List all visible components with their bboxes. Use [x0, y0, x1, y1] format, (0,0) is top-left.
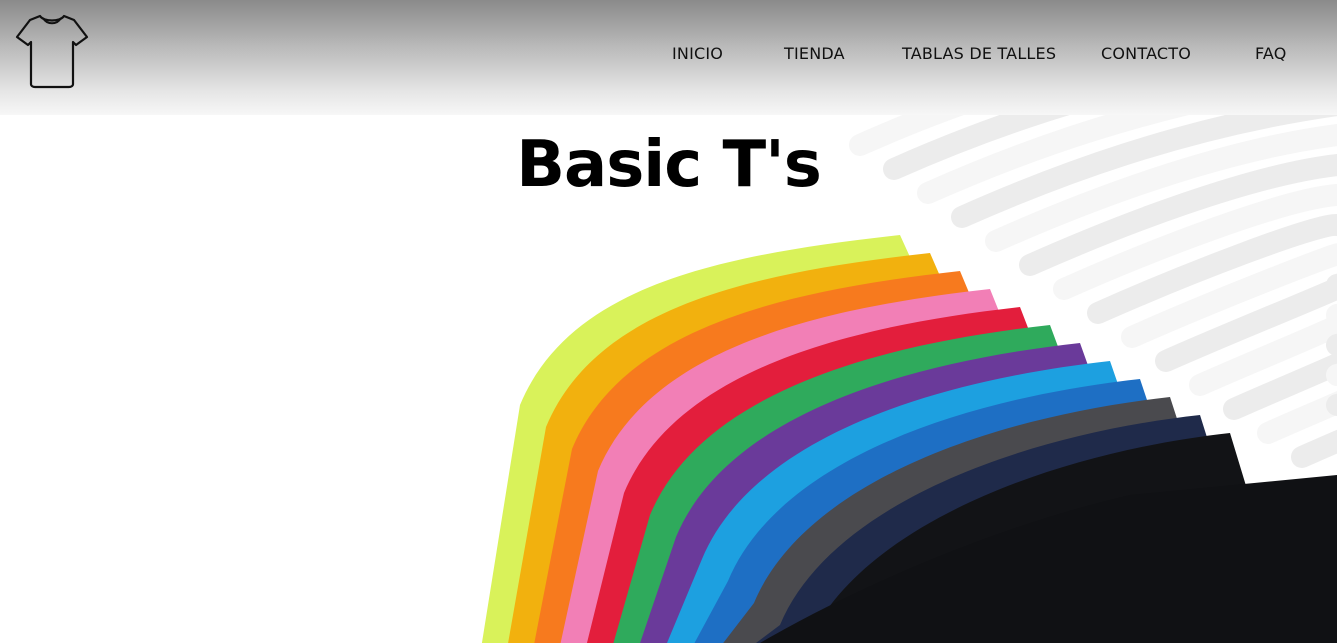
nav-item-faq[interactable]: FAQ	[1255, 44, 1287, 63]
nav-item-tablas-de-talles[interactable]: TABLAS DE TALLES	[902, 44, 1056, 63]
nav-item-contacto[interactable]: CONTACTO	[1101, 44, 1191, 63]
site-header: INICIO TIENDA TABLAS DE TALLES CONTACTO …	[0, 0, 1337, 115]
nav-item-tienda[interactable]: TIENDA	[784, 44, 845, 63]
hero-title: Basic T's	[516, 128, 822, 202]
page: INICIO TIENDA TABLAS DE TALLES CONTACTO …	[0, 0, 1337, 643]
nav-item-inicio[interactable]: INICIO	[672, 44, 723, 63]
main-nav: INICIO TIENDA TABLAS DE TALLES CONTACTO …	[0, 44, 1337, 66]
